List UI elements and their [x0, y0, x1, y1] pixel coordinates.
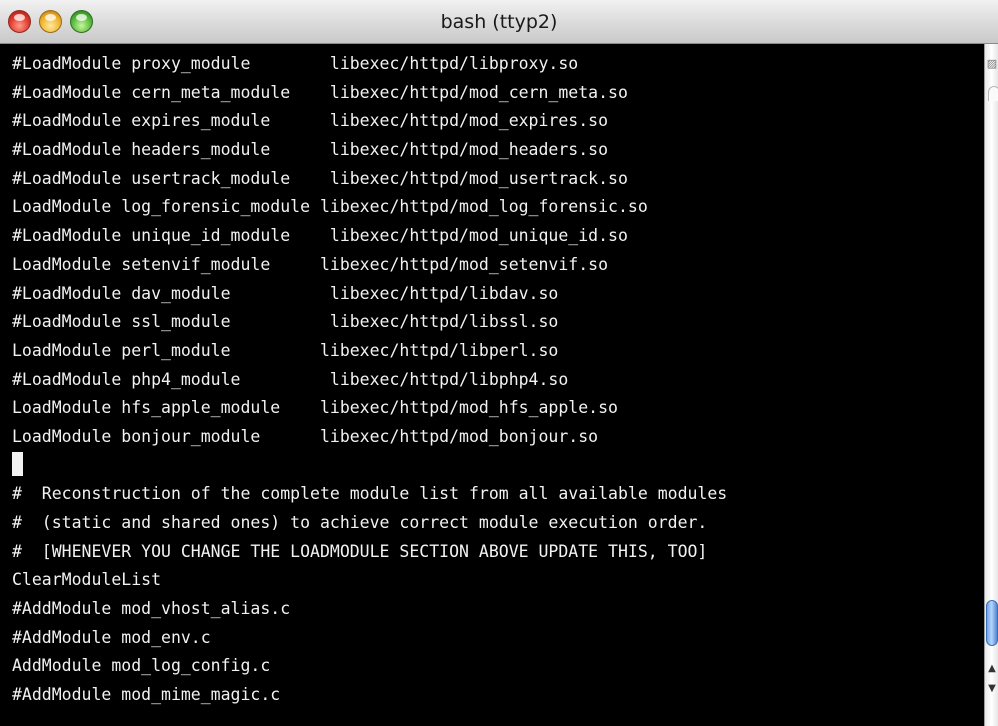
terminal-line: # (static and shared ones) to achieve co… — [12, 513, 708, 532]
terminal-line: #LoadModule expires_module libexec/httpd… — [12, 111, 609, 131]
title-bar[interactable]: bash (ttyp2) — [0, 0, 998, 44]
vertical-scrollbar[interactable]: ▨ ▲ ▼ — [984, 44, 998, 726]
terminal-line: #LoadModule proxy_module libexec/httpd/l… — [12, 54, 579, 73]
terminal-window: bash (ttyp2) #LoadModule proxy_module li… — [0, 0, 998, 726]
terminal-line: # [WHENEVER YOU CHANGE THE LOADMODULE SE… — [12, 541, 708, 561]
terminal-lines: #LoadModule proxy_module libexec/httpd/l… — [12, 50, 727, 710]
terminal-line: LoadModule hfs_apple_module libexec/http… — [12, 398, 618, 418]
terminal-line: #LoadModule headers_module libexec/httpd… — [12, 140, 609, 160]
resize-grip-icon[interactable]: ▨ — [986, 58, 998, 70]
terminal-line: #LoadModule ssl_module libexec/httpd/lib… — [12, 312, 559, 332]
terminal-line: #AddModule mod_mime_magic.c — [12, 685, 281, 705]
terminal-line — [12, 451, 727, 481]
terminal-output[interactable]: #LoadModule proxy_module libexec/httpd/l… — [0, 44, 984, 726]
text-cursor — [12, 451, 23, 476]
terminal-line: #AddModule mod_env.c — [12, 627, 211, 647]
terminal-line: #LoadModule php4_module libexec/httpd/li… — [12, 369, 569, 389]
scrollbar-thumb[interactable] — [986, 600, 998, 646]
window-title: bash (ttyp2) — [440, 11, 558, 33]
arrow-up-icon[interactable]: ▲ — [986, 662, 998, 676]
arrow-down-icon[interactable]: ▼ — [986, 682, 998, 696]
terminal-line: LoadModule setenvif_module libexec/httpd… — [12, 254, 609, 274]
terminal-line: #AddModule mod_vhost_alias.c — [12, 599, 291, 619]
terminal-line: #LoadModule usertrack_module libexec/htt… — [12, 168, 628, 188]
terminal-line: # Reconstruction of the complete module … — [12, 484, 728, 504]
terminal-line: LoadModule bonjour_module libexec/httpd/… — [12, 426, 599, 446]
terminal-line: AddModule mod_log_config.c — [12, 656, 271, 676]
terminal-line: #LoadModule cern_meta_module libexec/htt… — [12, 82, 628, 102]
terminal-line: #LoadModule unique_id_module libexec/htt… — [12, 226, 628, 246]
scrollbar-track-cap — [988, 86, 998, 101]
terminal-line: LoadModule perl_module libexec/httpd/lib… — [12, 340, 559, 360]
terminal-line: LoadModule log_forensic_module libexec/h… — [12, 197, 648, 217]
terminal-line: #LoadModule dav_module libexec/httpd/lib… — [12, 283, 559, 303]
terminal-line: ClearModuleList — [12, 570, 162, 590]
